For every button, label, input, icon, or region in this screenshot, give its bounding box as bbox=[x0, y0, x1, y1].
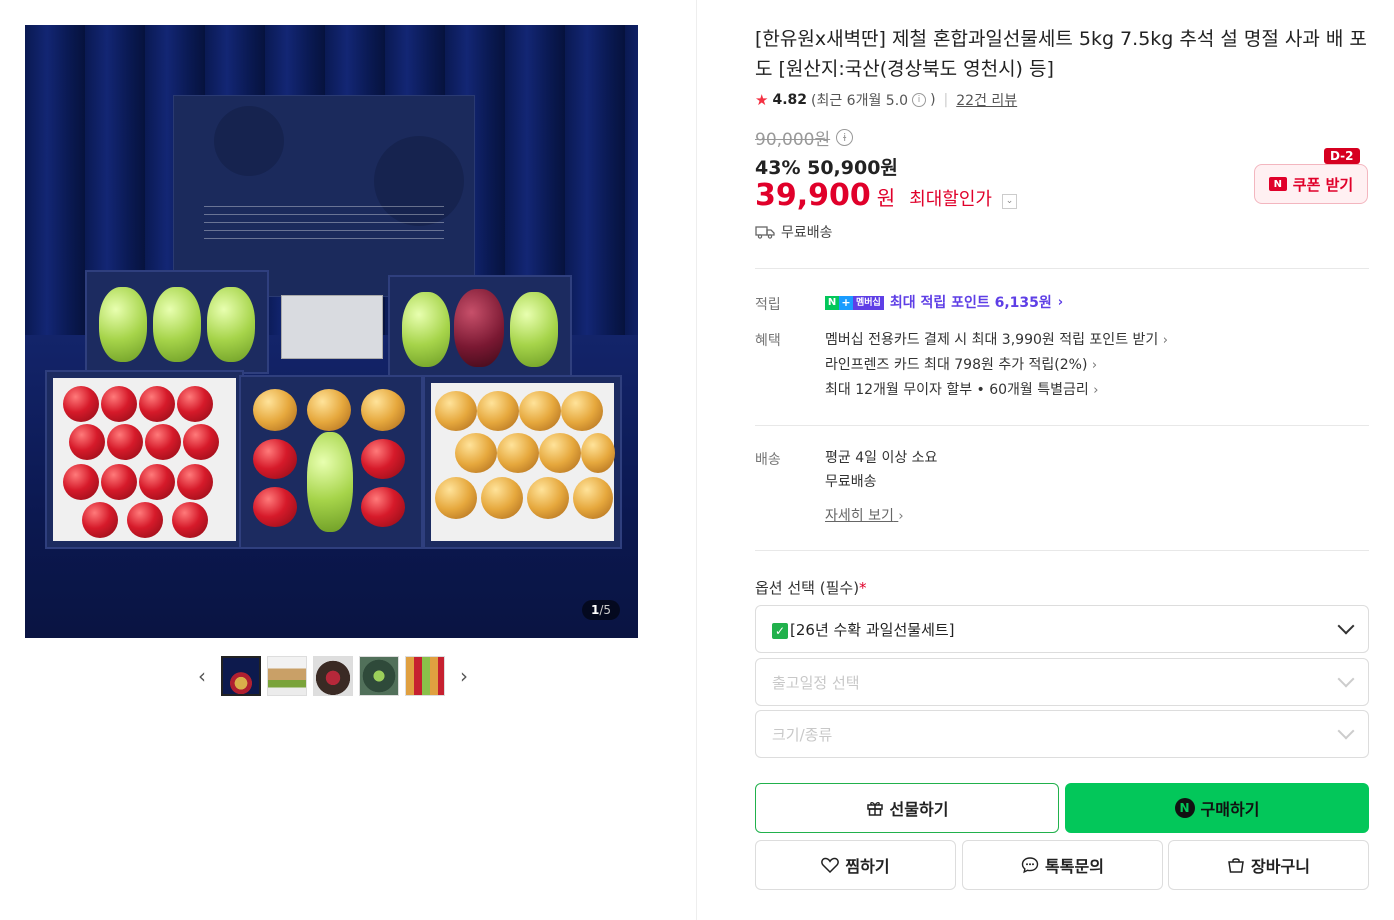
thumbnail-2[interactable] bbox=[267, 656, 307, 696]
points-text: 최대 적립 포인트 6,135원 bbox=[889, 295, 1052, 311]
rating-recent-close: ) bbox=[930, 92, 936, 108]
thumbnail-strip: ‹ › bbox=[190, 655, 476, 697]
column-divider bbox=[696, 0, 697, 920]
chevron-down-icon[interactable]: ⌄ bbox=[1002, 194, 1017, 209]
chevron-down-icon bbox=[1337, 617, 1355, 635]
talk-label: 톡톡문의 bbox=[1045, 857, 1104, 876]
heart-icon bbox=[821, 857, 840, 873]
chevron-right-icon: › bbox=[1091, 358, 1098, 373]
chevron-down-icon bbox=[1337, 670, 1355, 688]
gift-button[interactable]: 선물하기 bbox=[755, 783, 1059, 833]
shipping-info: 평균 4일 이상 소요 무료배송 bbox=[825, 446, 937, 494]
final-price-unit: 원 bbox=[876, 186, 896, 210]
chevron-right-icon: › bbox=[898, 509, 904, 524]
rating-recent: (최근 6개월 5.0 bbox=[811, 93, 909, 109]
option-placeholder: 출고일정 선택 bbox=[772, 673, 860, 692]
separator: | bbox=[943, 92, 949, 108]
points-row[interactable]: N + 멤버십 최대 적립 포인트 6,135원 › bbox=[825, 291, 1063, 315]
shopping-bag-icon bbox=[1228, 858, 1244, 873]
product-main-image[interactable]: 1/5 bbox=[25, 25, 638, 638]
chat-icon bbox=[1021, 857, 1039, 874]
divider bbox=[755, 425, 1369, 426]
shipping-fee: 무료배송 bbox=[825, 474, 877, 490]
free-shipping-row: 무료배송 bbox=[755, 222, 833, 242]
wish-button[interactable]: 찜하기 bbox=[755, 840, 956, 890]
grape-tray-left bbox=[85, 270, 269, 374]
chevron-down-icon bbox=[1337, 722, 1355, 740]
chevron-right-icon[interactable]: › bbox=[452, 664, 476, 688]
page-total: /5 bbox=[599, 603, 611, 617]
chevron-right-icon: › bbox=[1057, 295, 1064, 310]
option-select-1[interactable]: ✓ [26년 수확 과일선물세트] bbox=[755, 605, 1369, 653]
check-icon: ✓ bbox=[772, 622, 788, 639]
coupon-label: 쿠폰 받기 bbox=[1292, 175, 1354, 194]
benefit-item[interactable]: 라인프렌즈 카드 최대 798원 추가 적립(2%) › bbox=[825, 353, 1168, 378]
grape-tray-right bbox=[388, 275, 572, 379]
buy-label: 구매하기 bbox=[1200, 800, 1260, 819]
apple-tray bbox=[45, 370, 244, 549]
chevron-right-icon: › bbox=[1093, 383, 1099, 398]
coupon-button[interactable]: N 쿠폰 받기 bbox=[1254, 164, 1368, 204]
talk-inquiry-button[interactable]: 톡톡문의 bbox=[962, 840, 1163, 890]
benefit-item[interactable]: 멤버십 전용카드 결제 시 최대 3,990원 적립 포인트 받기 › bbox=[825, 328, 1168, 353]
original-price-row: 90,000원 i bbox=[755, 125, 854, 150]
naver-pay-icon: N bbox=[1174, 798, 1195, 818]
max-discount-label[interactable]: 최대할인가 bbox=[909, 185, 992, 211]
info-icon[interactable]: i bbox=[912, 93, 927, 107]
chevron-right-icon: › bbox=[1162, 333, 1168, 348]
benefits-label: 혜택 bbox=[755, 333, 781, 349]
wish-label: 찜하기 bbox=[845, 857, 890, 876]
chevron-left-icon[interactable]: ‹ bbox=[190, 664, 214, 688]
free-shipping-text: 무료배송 bbox=[781, 225, 833, 241]
original-price: 90,000원 bbox=[755, 130, 831, 150]
thumbnail-5[interactable] bbox=[405, 656, 445, 696]
divider bbox=[755, 268, 1369, 269]
option-select-3[interactable]: 크기/종류 bbox=[755, 710, 1369, 758]
naver-plus-membership-badge: N + 멤버십 bbox=[825, 296, 884, 310]
shipping-label: 배송 bbox=[755, 452, 781, 468]
truck-icon bbox=[755, 226, 775, 239]
price-info-icon[interactable]: i bbox=[836, 129, 854, 146]
option-selected-value: [26년 수확 과일선물세트] bbox=[790, 620, 955, 639]
gift-icon bbox=[866, 802, 883, 816]
premium-card bbox=[281, 295, 383, 359]
cart-button[interactable]: 장바구니 bbox=[1168, 840, 1369, 890]
final-price: 39,900 bbox=[755, 178, 871, 213]
naver-n-icon: N bbox=[1268, 177, 1287, 191]
discount-price: 43% 50,900원 bbox=[755, 157, 898, 179]
divider bbox=[755, 550, 1369, 551]
option-title: 옵션 선택 (필수)* bbox=[755, 579, 867, 597]
coupon-dday-badge: D-2 bbox=[1324, 148, 1360, 164]
product-title: [한유원x새벽딴] 제철 혼합과일선물세트 5kg 7.5kg 추석 설 명절 … bbox=[755, 28, 1367, 80]
pear-tray bbox=[423, 375, 622, 549]
option-placeholder: 크기/종류 bbox=[772, 725, 833, 744]
points-label: 적립 bbox=[755, 297, 781, 313]
thumbnail-3[interactable] bbox=[313, 656, 353, 696]
rating-score: 4.82 bbox=[772, 92, 807, 108]
cart-label: 장바구니 bbox=[1251, 857, 1310, 876]
rating-row: ★ 4.82 (최근 6개월 5.0 i ) | 22건 리뷰 bbox=[755, 90, 1017, 110]
required-mark: * bbox=[859, 579, 867, 597]
gift-box-lid bbox=[173, 95, 475, 297]
thumbnail-4[interactable] bbox=[359, 656, 399, 696]
thumbnail-1[interactable] bbox=[221, 656, 261, 696]
benefit-item[interactable]: 최대 12개월 무이자 할부 • 60개월 특별금리 › bbox=[825, 378, 1168, 403]
star-icon: ★ bbox=[755, 91, 769, 109]
option-select-2[interactable]: 출고일정 선택 bbox=[755, 658, 1369, 706]
shipping-duration: 평균 4일 이상 소요 bbox=[825, 450, 938, 466]
review-link[interactable]: 22건 리뷰 bbox=[956, 90, 1017, 110]
buy-button[interactable]: N 구매하기 bbox=[1065, 783, 1369, 833]
mixed-tray bbox=[239, 375, 423, 549]
final-price-row: 39,900 원 최대할인가 ⌄ bbox=[755, 178, 1017, 213]
image-page-indicator: 1/5 bbox=[581, 600, 620, 620]
shipping-detail-link[interactable]: 자세히 보기 › bbox=[825, 505, 904, 525]
benefits-list: 멤버십 전용카드 결제 시 최대 3,990원 적립 포인트 받기 › 라인프렌… bbox=[825, 328, 1168, 403]
gift-label: 선물하기 bbox=[889, 800, 949, 819]
